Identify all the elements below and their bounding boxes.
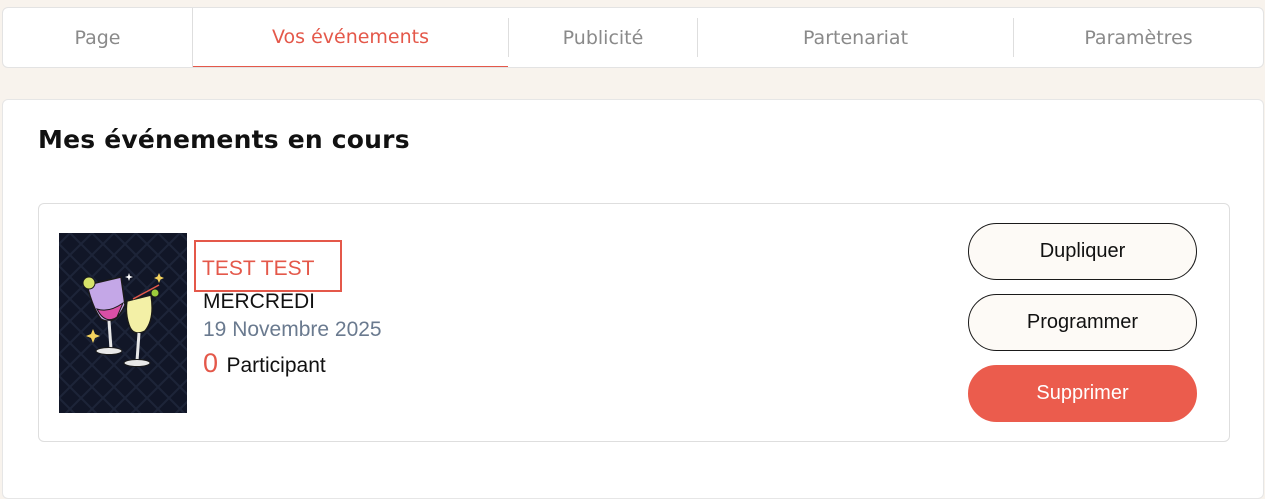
schedule-button[interactable]: Programmer bbox=[968, 294, 1197, 351]
cocktail-glasses-icon bbox=[59, 233, 187, 413]
event-participants: 0 Participant bbox=[203, 348, 326, 379]
tab-vos-evenements[interactable]: Vos événements bbox=[193, 8, 508, 67]
duplicate-button[interactable]: Dupliquer bbox=[968, 223, 1197, 280]
event-title[interactable]: TEST TEST bbox=[202, 257, 314, 281]
events-panel: Mes événements en cours TEST TEST MERCRE… bbox=[2, 99, 1264, 499]
event-actions: Dupliquer Programmer Supprimer bbox=[968, 223, 1197, 436]
tab-bar: Page Vos événements Publicité Partenaria… bbox=[2, 7, 1264, 68]
participant-label: Participant bbox=[226, 354, 326, 377]
tab-parametres[interactable]: Paramètres bbox=[1014, 8, 1263, 67]
event-day: MERCREDI bbox=[203, 290, 316, 313]
event-thumbnail[interactable] bbox=[59, 233, 187, 413]
participant-count: 0 bbox=[203, 348, 219, 378]
page-title: Mes événements en cours bbox=[38, 125, 410, 154]
event-date: 19 Novembre 2025 bbox=[203, 318, 382, 341]
tab-page[interactable]: Page bbox=[3, 8, 192, 67]
tab-publicite[interactable]: Publicité bbox=[509, 8, 697, 67]
tab-partenariat[interactable]: Partenariat bbox=[698, 8, 1013, 67]
delete-button[interactable]: Supprimer bbox=[968, 365, 1197, 422]
event-card: TEST TEST MERCREDI 19 Novembre 2025 0 Pa… bbox=[38, 203, 1230, 442]
